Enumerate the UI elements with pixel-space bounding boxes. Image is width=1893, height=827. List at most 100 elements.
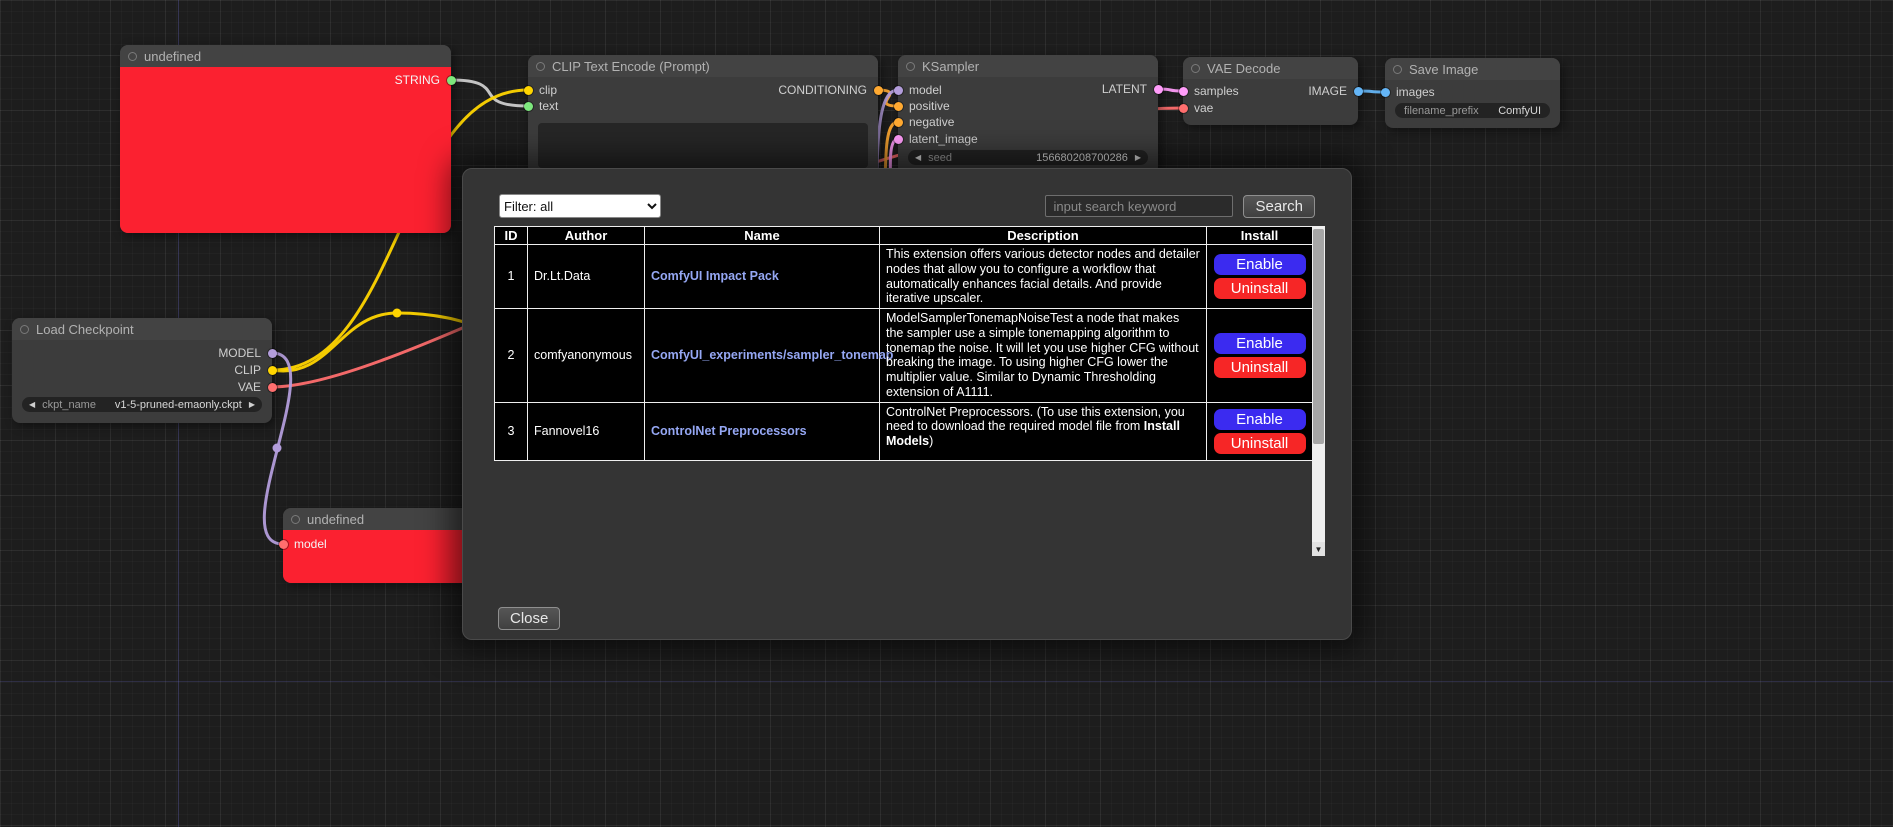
enable-button[interactable]: Enable <box>1214 254 1306 275</box>
slot-dot-icon[interactable] <box>268 366 277 375</box>
uninstall-button[interactable]: Uninstall <box>1214 433 1306 454</box>
scrollbar[interactable]: ▼ <box>1312 226 1325 556</box>
header-description: Description <box>880 227 1207 245</box>
output-slot-conditioning[interactable]: CONDITIONING <box>528 82 878 98</box>
collapse-dot-icon[interactable] <box>20 325 29 334</box>
node-header[interactable]: VAE Decode <box>1183 57 1358 79</box>
table-row: 2 comfyanonymous ComfyUI_experiments/sam… <box>495 309 1313 403</box>
increment-arrow-icon[interactable]: ▶ <box>1135 154 1141 162</box>
slot-dot-icon[interactable] <box>894 118 903 127</box>
prev-arrow-icon[interactable]: ◀ <box>29 401 35 409</box>
node-save-image[interactable]: Save Image images filename_prefix ComfyU… <box>1385 58 1560 128</box>
node-header[interactable]: undefined <box>120 45 451 67</box>
extension-link[interactable]: ComfyUI Impact Pack <box>651 269 779 283</box>
node-undefined-top[interactable]: undefined STRING <box>120 45 451 233</box>
scrollbar-thumb[interactable] <box>1313 229 1324 444</box>
output-slot-vae[interactable]: VAE <box>12 379 272 395</box>
node-load-checkpoint[interactable]: Load Checkpoint MODEL CLIP VAE ◀ ckpt_na… <box>12 318 272 423</box>
input-slot-latent-image[interactable]: latent_image <box>898 131 1158 147</box>
uninstall-button[interactable]: Uninstall <box>1214 278 1306 299</box>
enable-button[interactable]: Enable <box>1214 409 1306 430</box>
collapse-dot-icon[interactable] <box>536 62 545 71</box>
node-vae-decode[interactable]: VAE Decode samples vae IMAGE <box>1183 57 1358 125</box>
slot-dot-icon[interactable] <box>524 102 533 111</box>
output-slot-string[interactable]: STRING <box>120 72 451 88</box>
slot-dot-icon[interactable] <box>1154 85 1163 94</box>
slot-label: positive <box>909 99 950 113</box>
slot-dot-icon[interactable] <box>268 349 277 358</box>
cell-name: ControlNet Preprocessors <box>645 402 880 460</box>
slot-label: images <box>1396 85 1435 99</box>
ckpt-name-widget[interactable]: ◀ ckpt_name v1-5-pruned-emaonly.ckpt ▶ <box>22 397 262 412</box>
widget-value: v1-5-pruned-emaonly.ckpt <box>115 399 242 411</box>
description-text: ControlNet Preprocessors. (To use this e… <box>886 405 1185 434</box>
slot-dot-icon[interactable] <box>894 135 903 144</box>
link-midpoint-dot[interactable] <box>393 309 402 318</box>
cell-description: ModelSamplerTonemapNoiseTest a node that… <box>880 309 1207 403</box>
slot-label: LATENT <box>1102 82 1147 96</box>
node-clip-text-encode[interactable]: CLIP Text Encode (Prompt) clip text COND… <box>528 55 878 175</box>
node-body-error: STRING <box>120 67 451 233</box>
seed-widget[interactable]: ◀ seed 156680208700286 ▶ <box>908 150 1148 165</box>
slot-label: IMAGE <box>1308 84 1347 98</box>
collapse-dot-icon[interactable] <box>291 515 300 524</box>
cell-name: ComfyUI_experiments/sampler_tonemap <box>645 309 880 403</box>
output-slot-clip[interactable]: CLIP <box>12 362 272 378</box>
text-widget[interactable] <box>538 123 868 168</box>
output-slot-latent[interactable]: LATENT <box>898 81 1158 97</box>
scroll-down-arrow-icon[interactable]: ▼ <box>1312 542 1325 556</box>
collapse-dot-icon[interactable] <box>128 52 137 61</box>
input-slot-vae[interactable]: vae <box>1183 100 1358 116</box>
node-title: Load Checkpoint <box>36 322 134 337</box>
slot-dot-icon[interactable] <box>447 76 456 85</box>
node-ksampler[interactable]: KSampler model positive negative latent_… <box>898 55 1158 175</box>
collapse-dot-icon[interactable] <box>1393 65 1402 74</box>
search-button[interactable]: Search <box>1243 195 1315 218</box>
slot-dot-icon[interactable] <box>268 383 277 392</box>
table-row: 3 Fannovel16 ControlNet Preprocessors Co… <box>495 402 1313 460</box>
node-header[interactable]: Save Image <box>1385 58 1560 80</box>
cell-author: Dr.Lt.Data <box>528 245 645 309</box>
cell-name: ComfyUI Impact Pack <box>645 245 880 309</box>
slot-dot-icon[interactable] <box>1354 87 1363 96</box>
input-slot-images[interactable]: images <box>1385 84 1560 100</box>
output-slot-image[interactable]: IMAGE <box>1183 83 1358 99</box>
node-header[interactable]: CLIP Text Encode (Prompt) <box>528 55 878 77</box>
node-header[interactable]: Load Checkpoint <box>12 318 272 340</box>
input-slot-text[interactable]: text <box>528 98 878 114</box>
slot-label: model <box>294 537 327 551</box>
extension-link[interactable]: ControlNet Preprocessors <box>651 424 807 438</box>
next-arrow-icon[interactable]: ▶ <box>249 401 255 409</box>
input-slot-negative[interactable]: negative <box>898 114 1158 130</box>
slot-dot-icon[interactable] <box>1179 104 1188 113</box>
wire-string-to-text <box>451 80 528 106</box>
node-title: CLIP Text Encode (Prompt) <box>552 59 710 74</box>
cell-install: Enable Uninstall <box>1207 245 1313 309</box>
input-slot-positive[interactable]: positive <box>898 98 1158 114</box>
search-input[interactable] <box>1045 195 1233 217</box>
slot-dot-icon[interactable] <box>874 86 883 95</box>
output-slot-model[interactable]: MODEL <box>12 345 272 361</box>
slot-dot-icon[interactable] <box>1381 88 1390 97</box>
slot-label: negative <box>909 115 954 129</box>
description-text: ModelSamplerTonemapNoiseTest a node that… <box>886 311 1199 399</box>
node-graph-canvas[interactable]: undefined STRING CLIP Text Encode (Promp… <box>0 0 1893 827</box>
filter-select[interactable]: Filter: all <box>499 194 661 218</box>
node-header[interactable]: KSampler <box>898 55 1158 77</box>
uninstall-button[interactable]: Uninstall <box>1214 357 1306 378</box>
decrement-arrow-icon[interactable]: ◀ <box>915 154 921 162</box>
slot-label: CLIP <box>234 363 261 377</box>
widget-value: 156680208700286 <box>1036 152 1128 164</box>
filename-prefix-widget[interactable]: filename_prefix ComfyUI <box>1395 103 1550 118</box>
enable-button[interactable]: Enable <box>1214 333 1306 354</box>
table-header-row: ID Author Name Description Install <box>495 227 1313 245</box>
collapse-dot-icon[interactable] <box>906 62 915 71</box>
slot-dot-icon[interactable] <box>279 540 288 549</box>
extension-link[interactable]: ComfyUI_experiments/sampler_tonemap <box>651 348 893 362</box>
collapse-dot-icon[interactable] <box>1191 64 1200 73</box>
link-midpoint-dot[interactable] <box>273 444 282 453</box>
widget-value: ComfyUI <box>1498 105 1541 117</box>
close-button[interactable]: Close <box>498 607 560 630</box>
slot-dot-icon[interactable] <box>894 102 903 111</box>
cell-author: Fannovel16 <box>528 402 645 460</box>
